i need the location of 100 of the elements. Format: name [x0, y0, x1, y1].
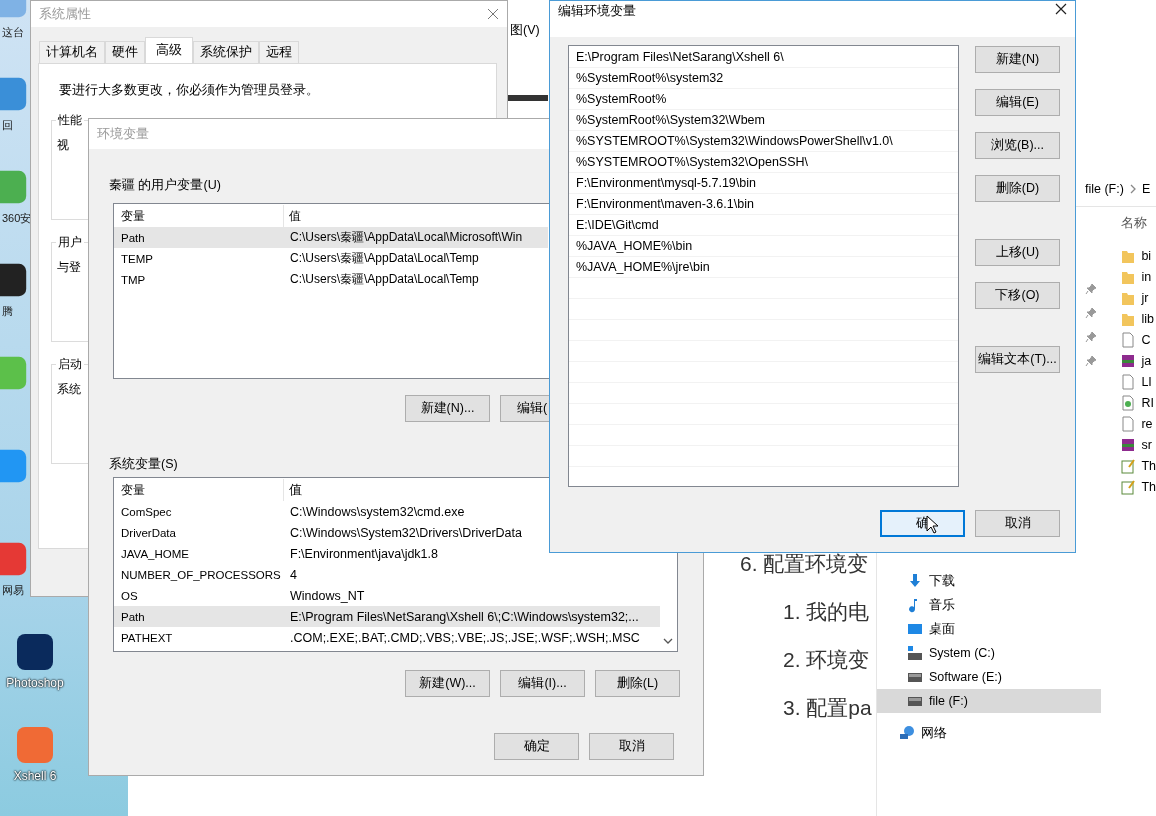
column-header[interactable]: 名称: [1121, 215, 1148, 231]
file-name[interactable]: RI: [1141, 395, 1154, 410]
group-label: 用户: [56, 234, 84, 250]
nav-icon: [907, 645, 923, 661]
section-label: 秦疆 的用户变量(U): [109, 177, 221, 193]
dialog-button[interactable]: 编辑(I)...: [500, 670, 585, 697]
column-header[interactable]: 值: [284, 481, 302, 499]
tab[interactable]: 高级: [145, 37, 193, 63]
file-name[interactable]: in: [1141, 269, 1152, 284]
window-title: 编辑环境变量: [558, 3, 636, 20]
list-item-text: 3. 配置pa: [783, 695, 872, 721]
pin-icon[interactable]: [1085, 307, 1098, 319]
path-entry[interactable]: %JAVA_HOME%\bin: [576, 239, 693, 253]
table-row[interactable]: JAVA_HOME F:\Environment\java\jdk1.8: [114, 543, 548, 564]
table-row[interactable]: Path C:\Users\秦疆\AppData\Local\Microsoft\Win: [114, 227, 548, 248]
pin-icon[interactable]: [1085, 331, 1098, 343]
nav-item[interactable]: Software (E:): [877, 665, 1102, 689]
table-row[interactable]: Path E:\Program Files\NetSarang\Xshell 6\;C:\Windows\system32;...: [114, 606, 660, 627]
dialog-button[interactable]: 编辑文本(T)...: [975, 346, 1060, 373]
dialog-button[interactable]: 取消: [589, 733, 674, 760]
window-title: 环境变量: [97, 125, 149, 143]
breadcrumb-item[interactable]: E: [1141, 182, 1151, 196]
dialog-button[interactable]: 编辑(E): [975, 89, 1060, 116]
dialog-button[interactable]: 编辑(: [500, 395, 550, 422]
table-cell-text: F:\Environment\java\jdk1.8: [289, 546, 438, 561]
dialog-button[interactable]: 浏览(B)...: [975, 132, 1060, 159]
dialog-button[interactable]: 新建(W)...: [405, 670, 490, 697]
file-name[interactable]: ja: [1141, 353, 1152, 368]
dialog-button[interactable]: 下移(O): [975, 282, 1060, 309]
file-name[interactable]: re: [1141, 416, 1153, 431]
desktop-icon-label[interactable]: 回: [2, 118, 13, 132]
path-entry[interactable]: %SystemRoot%: [576, 92, 667, 106]
table-row[interactable]: TMP C:\Users\秦疆\AppData\Local\Temp: [114, 269, 548, 290]
file-icon: [1121, 457, 1136, 474]
close-icon[interactable]: [1055, 3, 1067, 15]
table-row[interactable]: DriverData C:\Windows\System32\Drivers\DriverData: [114, 522, 548, 543]
dialog-button[interactable]: 上移(U): [975, 239, 1060, 266]
table-cell-text: Windows_NT: [289, 588, 365, 603]
app-icon[interactable]: [15, 632, 55, 672]
tab[interactable]: 系统保护: [193, 41, 259, 63]
table-cell-text: .COM;.EXE;.BAT;.CMD;.VBS;.VBE;.JS;.JSE;.WSF;.WSH;.MSC: [289, 630, 640, 645]
file-name[interactable]: Th: [1141, 458, 1156, 473]
path-entry[interactable]: %SystemRoot%\system32: [576, 71, 724, 85]
path-entry[interactable]: E:\IDE\Git\cmd: [576, 218, 659, 232]
path-entry[interactable]: E:\Program Files\NetSarang\Xshell 6\: [576, 50, 784, 64]
nav-item[interactable]: 桌面: [877, 617, 1102, 641]
table-row[interactable]: TEMP C:\Users\秦疆\AppData\Local\Temp: [114, 248, 548, 269]
nav-item[interactable]: 音乐: [877, 593, 1102, 617]
file-name[interactable]: C: [1141, 332, 1151, 347]
list-item-text: 2. 环境变: [783, 647, 870, 673]
group-text: 与登: [56, 259, 81, 275]
file-name[interactable]: sr: [1141, 437, 1152, 452]
chevron-icon[interactable]: [1129, 184, 1136, 194]
nav-item[interactable]: System (C:): [877, 641, 1102, 665]
menu-item[interactable]: 图(V): [510, 22, 540, 39]
dialog-button[interactable]: 删除(L): [595, 670, 680, 697]
group-text: 视: [56, 137, 69, 153]
file-name[interactable]: jr: [1141, 290, 1149, 305]
table-cell-text: PATHEXT: [120, 631, 174, 644]
table-cell-text: 4: [289, 567, 297, 582]
path-entry[interactable]: F:\Environment\maven-3.6.1\bin: [576, 197, 754, 211]
tab[interactable]: 计算机名: [39, 41, 105, 63]
path-entry[interactable]: %JAVA_HOME%\jre\bin: [576, 260, 710, 274]
file-icon: [1121, 352, 1136, 369]
group-label: 启动: [56, 356, 84, 372]
nav-item[interactable]: 网络: [877, 721, 1102, 745]
desktop-icon-label[interactable]: 360安: [2, 211, 32, 225]
column-header[interactable]: 变量: [114, 479, 284, 501]
table-row[interactable]: OS Windows_NT: [114, 585, 677, 606]
nav-item[interactable]: file (F:): [877, 689, 1102, 713]
table-row[interactable]: ComSpec C:\Windows\system32\cmd.exe: [114, 501, 548, 522]
file-icon: [1121, 394, 1136, 411]
document-heading: 6. 配置环境变: [740, 551, 869, 577]
path-entry[interactable]: %SYSTEMROOT%\System32\WindowsPowerShell\v1.0\: [576, 134, 893, 148]
scroll-down-icon[interactable]: [663, 638, 673, 644]
nav-item[interactable]: 下载: [877, 569, 1102, 593]
tab[interactable]: 硬件: [105, 41, 145, 63]
file-name[interactable]: Th: [1141, 479, 1156, 494]
dialog-button[interactable]: 删除(D): [975, 175, 1060, 202]
file-name[interactable]: lib: [1141, 311, 1154, 326]
table-row[interactable]: NUMBER_OF_PROCESSORS 4: [114, 564, 677, 585]
file-name[interactable]: bi: [1141, 248, 1152, 263]
column-header[interactable]: 值: [284, 207, 301, 225]
pin-icon[interactable]: [1085, 283, 1098, 295]
tab[interactable]: 远程: [259, 41, 299, 63]
desktop-icon-label[interactable]: 这台: [2, 25, 24, 39]
dialog-button[interactable]: 确定: [494, 733, 579, 760]
desktop-icon-label[interactable]: 腾: [2, 304, 13, 318]
path-entry[interactable]: %SYSTEMROOT%\System32\OpenSSH\: [576, 155, 808, 169]
dialog-button[interactable]: 新建(N): [975, 46, 1060, 73]
path-entry[interactable]: F:\Environment\mysql-5.7.19\bin: [576, 176, 756, 190]
dialog-button[interactable]: 新建(N)...: [405, 395, 490, 422]
table-row[interactable]: PATHEXT .COM;.EXE;.BAT;.CMD;.VBS;.VBE;.JS;.JSE;.WSF;.WSH;.MSC: [114, 627, 677, 648]
table-cell-text: Path: [120, 231, 146, 244]
breadcrumb-item[interactable]: file (F:): [1085, 182, 1124, 196]
file-name[interactable]: LI: [1141, 374, 1152, 389]
path-entry[interactable]: %SystemRoot%\System32\Wbem: [576, 113, 765, 127]
pin-icon[interactable]: [1085, 355, 1098, 367]
desktop-icon-label[interactable]: 网易: [2, 583, 24, 597]
dialog-button[interactable]: 取消: [975, 510, 1060, 537]
